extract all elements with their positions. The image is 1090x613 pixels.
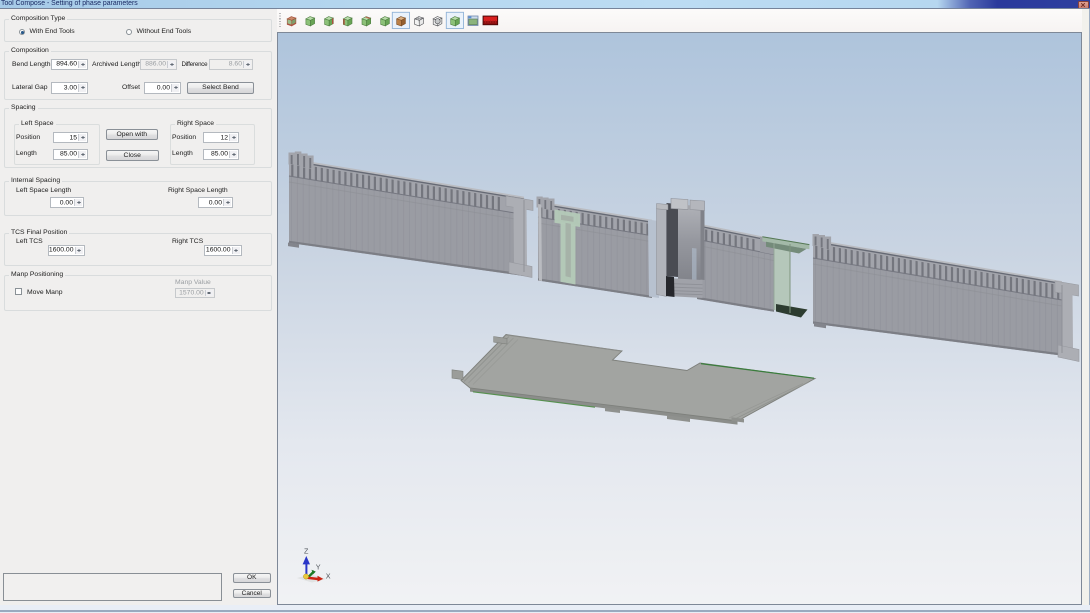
svg-text:X: X: [326, 572, 331, 581]
svg-text:Z: Z: [304, 547, 309, 556]
svg-text:Y: Y: [316, 563, 321, 572]
